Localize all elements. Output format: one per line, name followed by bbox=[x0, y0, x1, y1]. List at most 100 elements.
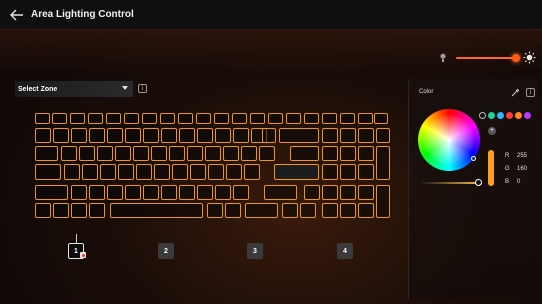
color-wheel[interactable] bbox=[418, 109, 480, 171]
swatch-red[interactable] bbox=[506, 112, 513, 119]
keyboard-key[interactable] bbox=[197, 185, 213, 200]
keyboard-key[interactable] bbox=[179, 128, 195, 143]
keyboard-key[interactable] bbox=[286, 113, 301, 124]
keyboard-key[interactable] bbox=[71, 185, 87, 200]
color-brightness-thumb[interactable] bbox=[475, 179, 482, 186]
keyboard-key[interactable] bbox=[82, 164, 98, 180]
keyboard-key[interactable] bbox=[151, 146, 167, 161]
keyboard-key[interactable] bbox=[233, 128, 249, 143]
keyboard-key[interactable] bbox=[208, 164, 224, 180]
keyboard-key[interactable] bbox=[264, 185, 297, 200]
keyboard-key[interactable] bbox=[70, 113, 85, 124]
keyboard-key[interactable] bbox=[61, 146, 77, 161]
enter-key[interactable] bbox=[290, 146, 319, 161]
numpad-plus-key[interactable] bbox=[376, 146, 390, 180]
keyboard-key[interactable] bbox=[107, 185, 123, 200]
keyboard-key[interactable] bbox=[35, 128, 51, 143]
keyboard-key[interactable] bbox=[64, 164, 80, 180]
keyboard-key[interactable] bbox=[358, 146, 374, 161]
enter-key-lower[interactable] bbox=[274, 164, 319, 180]
keyboard-key[interactable] bbox=[133, 146, 149, 161]
keyboard-key[interactable] bbox=[358, 164, 374, 180]
keyboard-key[interactable] bbox=[161, 185, 177, 200]
keyboard-key[interactable] bbox=[322, 146, 338, 161]
keyboard-key[interactable] bbox=[322, 128, 338, 143]
b-value[interactable]: 0 bbox=[517, 179, 520, 185]
numpad-enter-key[interactable] bbox=[376, 185, 390, 218]
keyboard-key[interactable] bbox=[358, 185, 374, 200]
keyboard-key[interactable] bbox=[79, 146, 95, 161]
keyboard-key[interactable] bbox=[89, 203, 105, 218]
keyboard-key[interactable] bbox=[259, 146, 275, 161]
keyboard-key[interactable] bbox=[35, 113, 50, 124]
keyboard-key[interactable] bbox=[110, 203, 203, 218]
keyboard-key[interactable] bbox=[107, 128, 123, 143]
keyboard-key[interactable] bbox=[197, 128, 213, 143]
keyboard-key[interactable] bbox=[124, 113, 139, 124]
info-icon[interactable]: i bbox=[138, 84, 147, 93]
keyboard-key[interactable] bbox=[223, 146, 239, 161]
keyboard-key[interactable] bbox=[136, 164, 152, 180]
keyboard-key[interactable] bbox=[178, 113, 193, 124]
keyboard-key[interactable] bbox=[71, 203, 87, 218]
keyboard-key[interactable] bbox=[268, 113, 283, 124]
keyboard-key[interactable] bbox=[215, 128, 231, 143]
keyboard-key[interactable] bbox=[241, 146, 257, 161]
keyboard-key[interactable] bbox=[89, 185, 105, 200]
keyboard-key[interactable] bbox=[207, 203, 223, 218]
keyboard-key[interactable] bbox=[322, 203, 338, 218]
keyboard-key[interactable] bbox=[215, 185, 231, 200]
r-value[interactable]: 255 bbox=[517, 153, 527, 159]
back-arrow-icon[interactable] bbox=[10, 9, 24, 21]
keyboard-key[interactable] bbox=[340, 146, 356, 161]
swatch-purple[interactable] bbox=[524, 112, 531, 119]
keyboard-key[interactable] bbox=[115, 146, 131, 161]
brightness-slider[interactable] bbox=[456, 57, 516, 59]
keyboard-key[interactable] bbox=[282, 203, 298, 218]
zone-select-dropdown[interactable]: Select Zone bbox=[15, 81, 133, 97]
eyedropper-icon[interactable] bbox=[511, 88, 520, 97]
keyboard-key[interactable] bbox=[71, 128, 87, 143]
keyboard-key[interactable] bbox=[244, 164, 260, 180]
swatch-orange[interactable] bbox=[515, 112, 522, 119]
keyboard-key[interactable] bbox=[374, 113, 388, 124]
keyboard-key[interactable] bbox=[340, 113, 355, 124]
keyboard-key[interactable] bbox=[154, 164, 170, 180]
keyboard-key[interactable] bbox=[262, 128, 276, 143]
keyboard-key[interactable] bbox=[190, 164, 206, 180]
keyboard-key[interactable] bbox=[35, 164, 61, 180]
keyboard-key[interactable] bbox=[340, 164, 356, 180]
keyboard-key[interactable] bbox=[358, 203, 374, 218]
keyboard-key[interactable] bbox=[160, 113, 175, 124]
keyboard-key[interactable] bbox=[250, 113, 265, 124]
keyboard-key[interactable] bbox=[52, 113, 67, 124]
keyboard-key[interactable] bbox=[322, 164, 338, 180]
keyboard-key[interactable] bbox=[169, 146, 185, 161]
keyboard-key[interactable] bbox=[142, 113, 157, 124]
keyboard-key[interactable] bbox=[35, 203, 51, 218]
zone-tab-2[interactable]: 2 bbox=[158, 243, 174, 259]
keyboard-key[interactable] bbox=[118, 164, 134, 180]
keyboard-key[interactable] bbox=[106, 113, 121, 124]
keyboard-key[interactable] bbox=[322, 113, 337, 124]
keyboard-key[interactable] bbox=[322, 185, 338, 200]
keyboard-key[interactable] bbox=[279, 128, 319, 143]
keyboard-key[interactable] bbox=[245, 203, 278, 218]
keyboard-key[interactable] bbox=[53, 128, 69, 143]
keyboard-key[interactable] bbox=[161, 128, 177, 143]
keyboard-key[interactable] bbox=[100, 164, 116, 180]
keyboard-key[interactable] bbox=[88, 113, 103, 124]
keyboard-key[interactable] bbox=[376, 128, 390, 143]
keyboard-key[interactable] bbox=[125, 185, 141, 200]
swatch-green[interactable] bbox=[488, 112, 495, 119]
keyboard-key[interactable] bbox=[304, 185, 320, 200]
color-wheel-marker[interactable] bbox=[471, 156, 476, 161]
keyboard-key[interactable] bbox=[340, 203, 356, 218]
keyboard-key[interactable] bbox=[179, 185, 195, 200]
keyboard-key[interactable] bbox=[340, 185, 356, 200]
g-value[interactable]: 160 bbox=[517, 166, 527, 172]
add-icon[interactable]: + bbox=[488, 127, 496, 135]
color-brightness-slider[interactable] bbox=[422, 182, 478, 184]
keyboard-key[interactable] bbox=[35, 185, 68, 200]
keyboard-key[interactable] bbox=[89, 128, 105, 143]
